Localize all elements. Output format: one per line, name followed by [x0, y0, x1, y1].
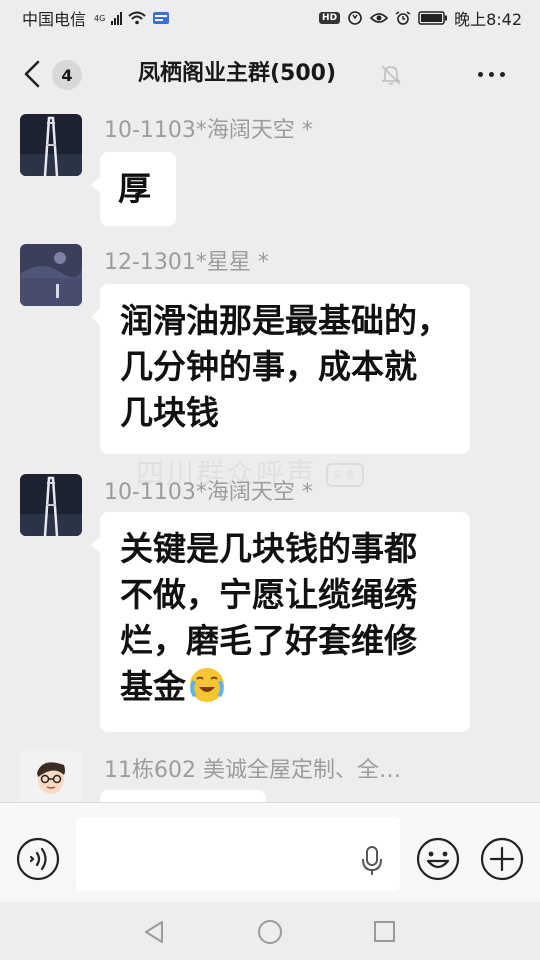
message-input[interactable] — [76, 817, 400, 891]
hd-badge: HD — [319, 12, 341, 24]
message-line: 几块钱 — [120, 393, 219, 432]
message-line: 几分钟的事，成本就 — [120, 347, 417, 386]
chat-title: 凤栖阁业主群(500) — [138, 61, 337, 86]
wifi-icon — [128, 11, 146, 25]
avatar-night-sky[interactable] — [20, 244, 82, 306]
emoji-button[interactable] — [416, 837, 460, 881]
message-line: 关键是几块钱的事都 — [120, 529, 417, 568]
clock: 晚上8:42 — [454, 10, 522, 29]
sender-name: 12-1301*星星 * — [104, 250, 269, 275]
carrier-label: 中国电信 — [22, 10, 87, 29]
message-line: 润滑油那是最基础的， — [120, 301, 450, 340]
system-navigation-bar — [0, 902, 540, 960]
message-line: 烂，磨毛了好套维修 — [120, 621, 417, 660]
sender-name: 10-1103*海阔天空 * — [104, 480, 313, 505]
chat-header: 4 凤栖阁业主群(500) — [0, 36, 540, 112]
message-bubble[interactable]: 厚 — [91, 152, 176, 226]
mute-bell-icon — [381, 65, 401, 85]
voice-mode-button[interactable] — [16, 837, 60, 881]
message-bubble[interactable] — [100, 790, 266, 802]
sender-name: 10-1103*海阔天空 * — [104, 118, 313, 143]
battery-icon — [418, 11, 448, 25]
more-functions-button[interactable] — [480, 837, 524, 881]
input-bar — [0, 802, 540, 902]
back-button[interactable] — [20, 58, 46, 90]
avatar-tower[interactable] — [20, 114, 82, 176]
message-line: 不做，宁愿让缆绳绣 — [120, 575, 417, 614]
eye-icon — [370, 13, 389, 23]
sender-name: 11栋602 美诚全屋定制、全… — [104, 758, 401, 783]
watermark-badge: 头条 — [326, 463, 365, 487]
message-bubble[interactable]: 关键是几块钱的事都 不做，宁愿让缆绳绣 烂，磨毛了好套维修 基金 — [91, 512, 470, 732]
app-notification-icon — [153, 12, 170, 24]
alarm-icon — [395, 11, 411, 25]
nav-recents-icon[interactable] — [373, 920, 396, 943]
status-bar: 中国电信 4G HD 晚上8:42 — [0, 0, 540, 36]
network-label: 4G — [94, 13, 106, 23]
message-line: 基金 — [120, 664, 450, 710]
avatar-cartoon-man[interactable] — [20, 751, 82, 802]
nav-back-icon[interactable] — [142, 919, 166, 945]
avatar-tower[interactable] — [20, 474, 82, 536]
message-text: 厚 — [118, 169, 151, 208]
signal-icon — [111, 11, 123, 25]
nav-home-icon[interactable] — [257, 919, 283, 945]
message-bubble[interactable]: 润滑油那是最基础的， 几分钟的事，成本就 几块钱 — [91, 284, 470, 454]
microphone-icon[interactable] — [360, 845, 384, 877]
unread-count-badge[interactable]: 4 — [52, 60, 82, 90]
data-saver-icon — [348, 11, 362, 25]
face-with-tears-emoji — [190, 668, 224, 702]
more-options-button[interactable] — [478, 72, 505, 77]
